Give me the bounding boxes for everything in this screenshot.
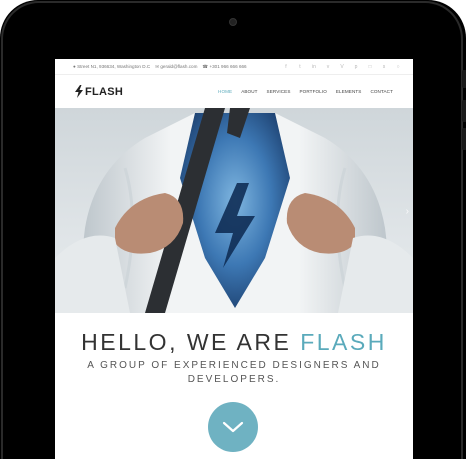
site-logo[interactable]: FLASH [75,85,123,98]
instagram-icon[interactable]: □ [367,64,373,70]
hero-image [55,108,413,313]
volume-down-button [462,128,466,150]
contact-bar: ● Street N1, 936634, Washington D.C ✉ ge… [55,59,413,75]
bolt-icon [75,85,83,98]
logo-text: FLASH [85,85,124,98]
twitter-icon[interactable]: t [297,64,303,70]
volume-up-button [462,100,466,122]
scroll-down-button[interactable] [208,402,258,452]
dribbble-icon[interactable]: ○ [395,64,401,70]
vimeo-icon[interactable]: v [325,64,331,70]
hero-subheadline: A GROUP OF EXPERIENCED DESIGNERS AND DEV… [87,360,381,385]
menu-item-about[interactable]: ABOUT [241,89,257,94]
main-menu: HOME ABOUT SERVICES PORTFOLIO ELEMENTS C… [218,89,393,94]
location-icon: ● [73,64,76,69]
address-text: Street N1, 936634, Washington D.C [77,64,151,69]
address: ● Street N1, 936634, Washington D.C [73,64,150,70]
phone: ☎ +301 966 666 666 [202,64,246,70]
website-screen: ● Street N1, 936634, Washington D.C ✉ ge… [55,59,413,459]
headline-prefix: HELLO, WE ARE [81,329,301,355]
email[interactable]: ✉ gerald@flash.com [155,64,197,70]
social-links: f t in v V p □ s ○ [283,64,401,70]
phone-icon: ☎ [202,63,209,69]
hero-banner: › [55,108,413,313]
contact-info: ● Street N1, 936634, Washington D.C ✉ ge… [73,64,247,70]
hero-headline: HELLO, WE ARE FLASH [55,329,413,356]
skype-icon[interactable]: s [381,64,387,70]
menu-item-portfolio[interactable]: PORTFOLIO [300,89,327,94]
tablet-frame: ● Street N1, 936634, Washington D.C ✉ ge… [0,0,466,459]
menu-item-contact[interactable]: CONTACT [370,89,393,94]
menu-item-services[interactable]: SERVICES [267,89,291,94]
menu-item-home[interactable]: HOME [218,89,232,94]
mail-icon: ✉ [155,63,160,69]
linkedin-icon[interactable]: in [311,64,317,70]
pinterest-icon[interactable]: p [353,64,359,70]
email-text[interactable]: gerald@flash.com [160,64,197,69]
camera [229,18,237,26]
main-navbar: FLASH HOME ABOUT SERVICES PORTFOLIO ELEM… [55,75,413,108]
chevron-right-icon[interactable]: › [406,206,409,217]
chevron-down-icon [222,421,244,433]
phone-text: +301 966 666 666 [209,64,247,69]
power-button [462,70,466,88]
menu-item-elements[interactable]: ELEMENTS [336,89,362,94]
facebook-icon[interactable]: f [283,64,289,70]
vine-icon[interactable]: V [339,64,345,70]
headline-accent: FLASH [300,329,387,355]
